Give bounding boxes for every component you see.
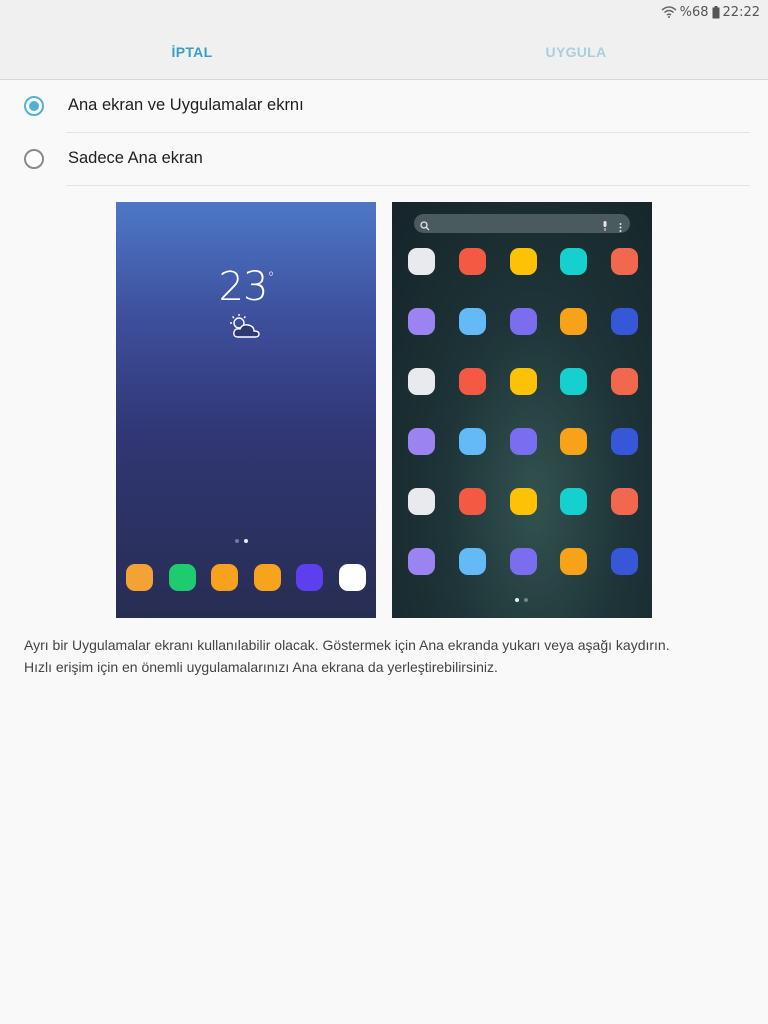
dock-app-icon bbox=[211, 564, 239, 591]
app-icon bbox=[509, 548, 537, 575]
app-icon bbox=[408, 428, 435, 455]
dock bbox=[126, 564, 366, 591]
option-home-and-apps-label: Ana ekran ve Uygulamalar ekrnı bbox=[68, 96, 304, 114]
app-icon bbox=[458, 548, 486, 575]
radio-home-only[interactable] bbox=[24, 149, 44, 169]
degree-symbol: ° bbox=[267, 270, 274, 286]
app-icon bbox=[560, 248, 588, 275]
app-icon bbox=[509, 248, 537, 275]
app-icon bbox=[611, 308, 638, 335]
option-home-only[interactable]: Sadece Ana ekran bbox=[0, 133, 768, 186]
battery-icon bbox=[712, 5, 720, 19]
status-icons: %68 22:22 bbox=[661, 4, 760, 20]
app-icon bbox=[458, 368, 486, 395]
dock-app-icon bbox=[253, 564, 281, 591]
option-home-and-apps[interactable]: Ana ekran ve Uygulamalar ekrnı bbox=[0, 80, 768, 133]
app-icon bbox=[509, 488, 537, 515]
app-icon bbox=[560, 428, 588, 455]
app-icon bbox=[509, 368, 537, 395]
cancel-button[interactable]: İPTAL bbox=[0, 24, 384, 80]
radio-home-and-apps[interactable] bbox=[24, 96, 44, 116]
status-time: 22:22 bbox=[722, 4, 760, 20]
app-icon bbox=[509, 308, 537, 335]
home-screen-preview: 23° bbox=[116, 202, 376, 618]
description-line-2: Hızlı erişim için en önemli uygulamaları… bbox=[24, 659, 498, 675]
description-text: Ayrı bir Uygulamalar ekranı kullanılabil… bbox=[24, 634, 744, 678]
app-icon bbox=[408, 488, 435, 515]
app-icon bbox=[408, 368, 435, 395]
wifi-icon bbox=[661, 6, 677, 18]
app-icon bbox=[458, 308, 486, 335]
apps-screen-preview bbox=[392, 202, 652, 618]
app-icon bbox=[560, 488, 588, 515]
dock-app-icon bbox=[126, 564, 153, 591]
app-icon-grid bbox=[408, 248, 638, 575]
app-icon bbox=[408, 308, 435, 335]
app-icon bbox=[458, 248, 486, 275]
temperature-value: 23 bbox=[218, 264, 269, 310]
app-icon bbox=[560, 308, 588, 335]
app-icon bbox=[560, 368, 588, 395]
app-icon bbox=[458, 488, 486, 515]
dock-app-icon bbox=[338, 564, 366, 591]
app-icon bbox=[560, 548, 588, 575]
app-icon bbox=[408, 248, 435, 275]
search-icon bbox=[420, 218, 430, 236]
dock-app-icon bbox=[168, 564, 196, 591]
page-indicator bbox=[235, 539, 248, 543]
finder-search-bar bbox=[414, 214, 630, 233]
option-home-only-label: Sadece Ana ekran bbox=[68, 149, 203, 167]
battery-percent: %68 bbox=[679, 4, 709, 20]
divider bbox=[66, 185, 750, 186]
dock-app-icon bbox=[296, 564, 324, 591]
page-indicator bbox=[515, 598, 528, 602]
app-icon bbox=[611, 488, 638, 515]
app-icon bbox=[509, 428, 537, 455]
app-icon bbox=[408, 548, 435, 575]
description-line-1: Ayrı bir Uygulamalar ekranı kullanılabil… bbox=[24, 637, 670, 653]
mic-icon bbox=[602, 218, 608, 236]
weather-temperature: 23° bbox=[116, 264, 376, 310]
app-icon bbox=[611, 428, 638, 455]
app-icon bbox=[611, 368, 638, 395]
apply-button[interactable]: UYGULA bbox=[384, 24, 768, 80]
more-vert-icon bbox=[619, 219, 622, 237]
app-icon bbox=[458, 428, 486, 455]
action-bar: İPTAL UYGULA bbox=[0, 24, 768, 80]
app-icon bbox=[611, 248, 638, 275]
status-bar: %68 22:22 bbox=[0, 0, 768, 24]
app-icon bbox=[611, 548, 638, 575]
partly-cloudy-icon bbox=[228, 314, 262, 345]
